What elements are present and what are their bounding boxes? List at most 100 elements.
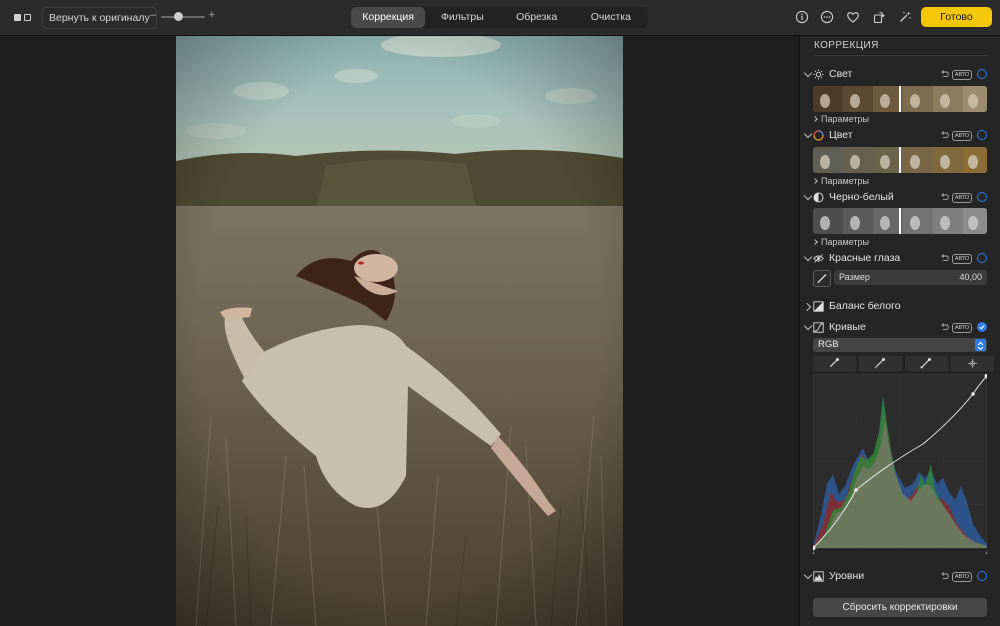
rotate-icon[interactable]	[872, 10, 886, 24]
auto-button[interactable]: АВТО	[952, 572, 972, 582]
half-circle-icon	[813, 192, 824, 203]
auto-button[interactable]: АВТО	[952, 70, 972, 80]
chevron-down-icon[interactable]	[803, 68, 813, 78]
adjust-sidebar: КОРРЕКЦИЯ Свет АВТО Параметры Цвет АВТО	[799, 36, 1000, 626]
undo-icon[interactable]	[940, 69, 949, 78]
crosshair-icon	[968, 359, 977, 368]
eyedropper-gray-icon	[874, 358, 885, 369]
section-red-eye[interactable]: Красные глаза АВТО	[800, 252, 1000, 266]
more-icon[interactable]	[820, 10, 834, 24]
thumbnail-strip	[813, 208, 987, 234]
gray-point-eyedropper[interactable]	[859, 356, 902, 371]
photo-image	[176, 36, 623, 626]
enable-toggle[interactable]	[977, 69, 987, 79]
info-icon[interactable]	[795, 10, 809, 24]
chevron-down-icon[interactable]	[803, 321, 813, 331]
enable-toggle[interactable]	[977, 253, 987, 263]
undo-icon[interactable]	[940, 253, 949, 262]
enable-toggle[interactable]	[977, 130, 987, 140]
revert-to-original-button[interactable]: Вернуть к оригиналу	[42, 7, 157, 29]
chevron-right-icon[interactable]	[802, 302, 812, 312]
enable-toggle[interactable]	[977, 322, 987, 332]
section-black-white[interactable]: Черно-белый АВТО	[800, 191, 1000, 205]
light-options-toggle[interactable]: Параметры	[812, 114, 893, 126]
white-point-eyedropper[interactable]	[905, 356, 948, 371]
section-label: Красные глаза	[829, 252, 901, 264]
size-label: Размер	[839, 272, 870, 282]
options-label: Параметры	[821, 114, 869, 124]
red-eye-size-slider[interactable]: Размер 40,00	[834, 270, 987, 285]
channel-label: RGB	[818, 339, 839, 350]
section-label: Черно-белый	[829, 191, 894, 203]
checkmark-icon	[979, 325, 985, 330]
chevron-right-icon	[812, 178, 818, 184]
section-white-balance[interactable]: Баланс белого	[800, 300, 1000, 314]
levels-icon	[813, 571, 824, 582]
tab-adjust[interactable]: Коррекция	[351, 7, 426, 28]
enable-toggle[interactable]	[977, 571, 987, 581]
curves-eyedroppers	[813, 356, 994, 371]
white-balance-icon	[813, 301, 824, 312]
select-stepper-icon[interactable]	[975, 339, 986, 351]
auto-button[interactable]: АВТО	[952, 193, 972, 203]
undo-icon[interactable]	[940, 322, 949, 331]
red-eye-brush-button[interactable]	[813, 270, 831, 287]
zoom-out-icon[interactable]: –	[150, 9, 156, 21]
color-wheel-icon	[813, 130, 824, 141]
section-curves[interactable]: Кривые АВТО	[800, 321, 1000, 335]
sun-icon	[813, 69, 824, 80]
zoom-in-icon[interactable]: +	[209, 9, 215, 21]
section-light[interactable]: Свет АВТО	[800, 68, 1000, 82]
heart-icon[interactable]	[846, 10, 860, 24]
zoom-slider[interactable]: – +	[150, 8, 218, 26]
auto-button[interactable]: АВТО	[952, 254, 972, 264]
tab-crop[interactable]: Обрезка	[500, 7, 574, 28]
toolbar: Вернуть к оригиналу – + Коррекция Фильтр…	[0, 0, 1000, 36]
zoom-knob[interactable]	[174, 12, 183, 21]
chevron-down-icon[interactable]	[803, 129, 813, 139]
auto-button[interactable]: АВТО	[952, 131, 972, 141]
compare-edited-icon	[24, 14, 31, 21]
tab-filters[interactable]: Фильтры	[425, 7, 499, 28]
color-preview-strip[interactable]	[813, 147, 987, 173]
chevron-down-icon[interactable]	[803, 252, 813, 262]
black-white-options-toggle[interactable]: Параметры	[812, 237, 893, 249]
compare-button[interactable]	[12, 9, 34, 26]
edited-photo[interactable]	[176, 36, 623, 626]
section-color[interactable]: Цвет АВТО	[800, 129, 1000, 143]
black-white-preview-strip[interactable]	[813, 208, 987, 234]
curves-graph[interactable]	[810, 373, 990, 554]
curves-icon	[813, 322, 824, 333]
tab-retouch[interactable]: Очистка	[574, 7, 648, 28]
magic-wand-icon[interactable]	[898, 10, 912, 24]
options-label: Параметры	[821, 176, 869, 186]
enable-toggle[interactable]	[977, 192, 987, 202]
zoom-track[interactable]	[161, 16, 205, 18]
eyedropper-white-icon	[920, 358, 931, 369]
edit-mode-tabs: Коррекция Фильтры Обрезка Очистка	[351, 7, 648, 28]
chevron-right-icon	[812, 239, 818, 245]
thumbnail-strip	[813, 86, 987, 112]
section-levels[interactable]: Уровни АВТО	[800, 570, 1000, 584]
undo-icon[interactable]	[940, 130, 949, 139]
color-options-toggle[interactable]: Параметры	[812, 176, 893, 188]
chevron-down-icon[interactable]	[803, 570, 813, 580]
auto-button[interactable]: АВТО	[952, 323, 972, 333]
thumbnail-strip	[813, 147, 987, 173]
section-label: Цвет	[829, 129, 853, 141]
black-point-eyedropper[interactable]	[813, 356, 856, 371]
section-label: Кривые	[829, 321, 866, 333]
sidebar-title: КОРРЕКЦИЯ	[814, 40, 879, 51]
divider	[814, 55, 987, 56]
light-preview-strip[interactable]	[813, 86, 987, 112]
reset-adjustments-button[interactable]: Сбросить корректировки	[813, 598, 987, 617]
section-label: Баланс белого	[829, 300, 901, 312]
undo-icon[interactable]	[940, 192, 949, 201]
chevron-down-icon[interactable]	[803, 191, 813, 201]
done-button[interactable]: Готово	[921, 7, 992, 27]
undo-icon[interactable]	[940, 571, 949, 580]
add-point-button[interactable]	[951, 356, 994, 371]
section-label: Уровни	[829, 570, 865, 582]
eye-icon	[813, 254, 824, 263]
curves-channel-select[interactable]: RGB	[813, 338, 987, 352]
